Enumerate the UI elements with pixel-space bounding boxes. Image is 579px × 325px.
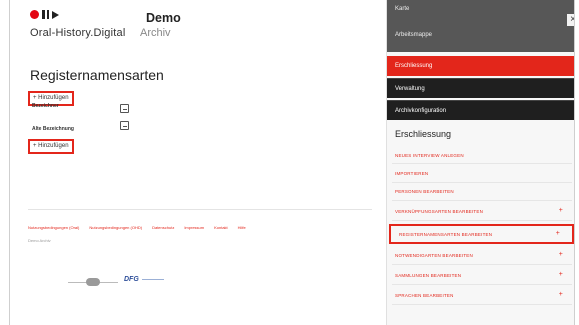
subitem-label: NOTWENDIGARTEN BEARBEITEN <box>395 253 473 258</box>
pause-icon <box>42 10 49 19</box>
subitem-label: SPRACHEN BEARBEITEN <box>395 293 454 298</box>
dfg-mark-icon: DFG <box>124 276 139 283</box>
logo-text[interactable]: Oral-History.Digital <box>30 27 125 39</box>
plus-icon[interactable]: + <box>559 271 563 278</box>
dfg-logo[interactable]: DFG <box>124 276 164 283</box>
sponsor-badge-icon <box>86 278 100 286</box>
subitem-sprachen[interactable]: SPRACHEN BEARBEITEN + <box>387 287 574 303</box>
plus-icon[interactable]: + <box>556 230 560 237</box>
add-bottom-button[interactable]: + Hinzufügen <box>28 139 74 154</box>
sidebar-item-erschliessung[interactable]: Erschliessung <box>387 56 574 76</box>
subitem-notwendigarten[interactable]: NOTWENDIGARTEN BEARBEITEN + <box>387 247 574 263</box>
record-icon <box>30 10 39 19</box>
subitem-verknuepfungsarten[interactable]: VERKNÜPFUNGSARTEN BEARBEITEN + <box>387 203 574 219</box>
logo-icons[interactable] <box>30 10 59 19</box>
archive-subtitle: Archiv <box>140 27 171 39</box>
plus-icon[interactable]: + <box>559 207 563 214</box>
sidebar: Karte Arbeitsmappe × Erschliessung Verwa… <box>386 0 574 325</box>
sidebar-item-karte[interactable]: Karte <box>387 0 574 22</box>
subitem-label: SAMMLUNGEN BEARBEITEN <box>395 273 462 278</box>
browser-frame: Oral-History.Digital Demo Archiv Registe… <box>9 0 575 325</box>
footer-link[interactable]: Datenschutz <box>152 225 174 230</box>
plus-icon[interactable]: + <box>559 291 563 298</box>
subitem-label: VERKNÜPFUNGSARTEN BEARBEITEN <box>395 209 484 214</box>
footer-version: Demo Archiv <box>28 238 51 243</box>
footer-link[interactable]: Nutzungsbedingungen (Oral) <box>28 225 79 230</box>
footer-link[interactable]: Kontakt <box>214 225 228 230</box>
subitem-sammlungen[interactable]: SAMMLUNGEN BEARBEITEN + <box>387 267 574 283</box>
close-icon[interactable]: × <box>567 14 574 26</box>
sidebar-top: Karte Arbeitsmappe × <box>387 0 574 52</box>
sidebar-item-archivkonfiguration[interactable]: Archivkonfiguration <box>387 100 574 120</box>
collapse-alte-bezeichnung-icon[interactable] <box>120 121 129 130</box>
archive-title: Demo <box>146 11 181 25</box>
field-label-alte-bezeichnung: Alte Bezeichnung <box>32 126 74 132</box>
subitem-personen[interactable]: PERSONEN BEARBEITEN <box>387 183 574 199</box>
footer-links: Nutzungsbedingungen (Oral) Nutzungsbedin… <box>28 225 246 230</box>
sidebar-section-title: Erschliessung <box>395 129 452 139</box>
main-content: Oral-History.Digital Demo Archiv Registe… <box>10 0 386 325</box>
subitem-importieren[interactable]: IMPORTIEREN <box>387 165 574 181</box>
sidebar-item-arbeitsmappe[interactable]: Arbeitsmappe <box>387 26 574 48</box>
field-label-bezeichner: Bezeichner <box>32 103 59 109</box>
footer-link[interactable]: Impressum <box>184 225 204 230</box>
footer-link[interactable]: Hilfe <box>238 225 246 230</box>
collapse-bezeichner-icon[interactable] <box>120 104 129 113</box>
play-icon <box>52 10 59 19</box>
page-title: Registernamensarten <box>30 67 164 83</box>
subitem-neues-interview[interactable]: NEUES INTERVIEW ANLEGEN <box>387 147 574 163</box>
plus-icon[interactable]: + <box>559 251 563 258</box>
footer-link[interactable]: Nutzungsbedingungen (OHD) <box>89 225 142 230</box>
subitem-label: REGISTERNAMENSARTEN BEARBEITEN <box>399 232 493 237</box>
sponsor-logo[interactable] <box>68 278 118 286</box>
sidebar-item-verwaltung[interactable]: Verwaltung <box>387 78 574 98</box>
subitem-registernamensarten[interactable]: REGISTERNAMENSARTEN BEARBEITEN + <box>389 224 574 244</box>
footer-divider <box>28 209 372 210</box>
